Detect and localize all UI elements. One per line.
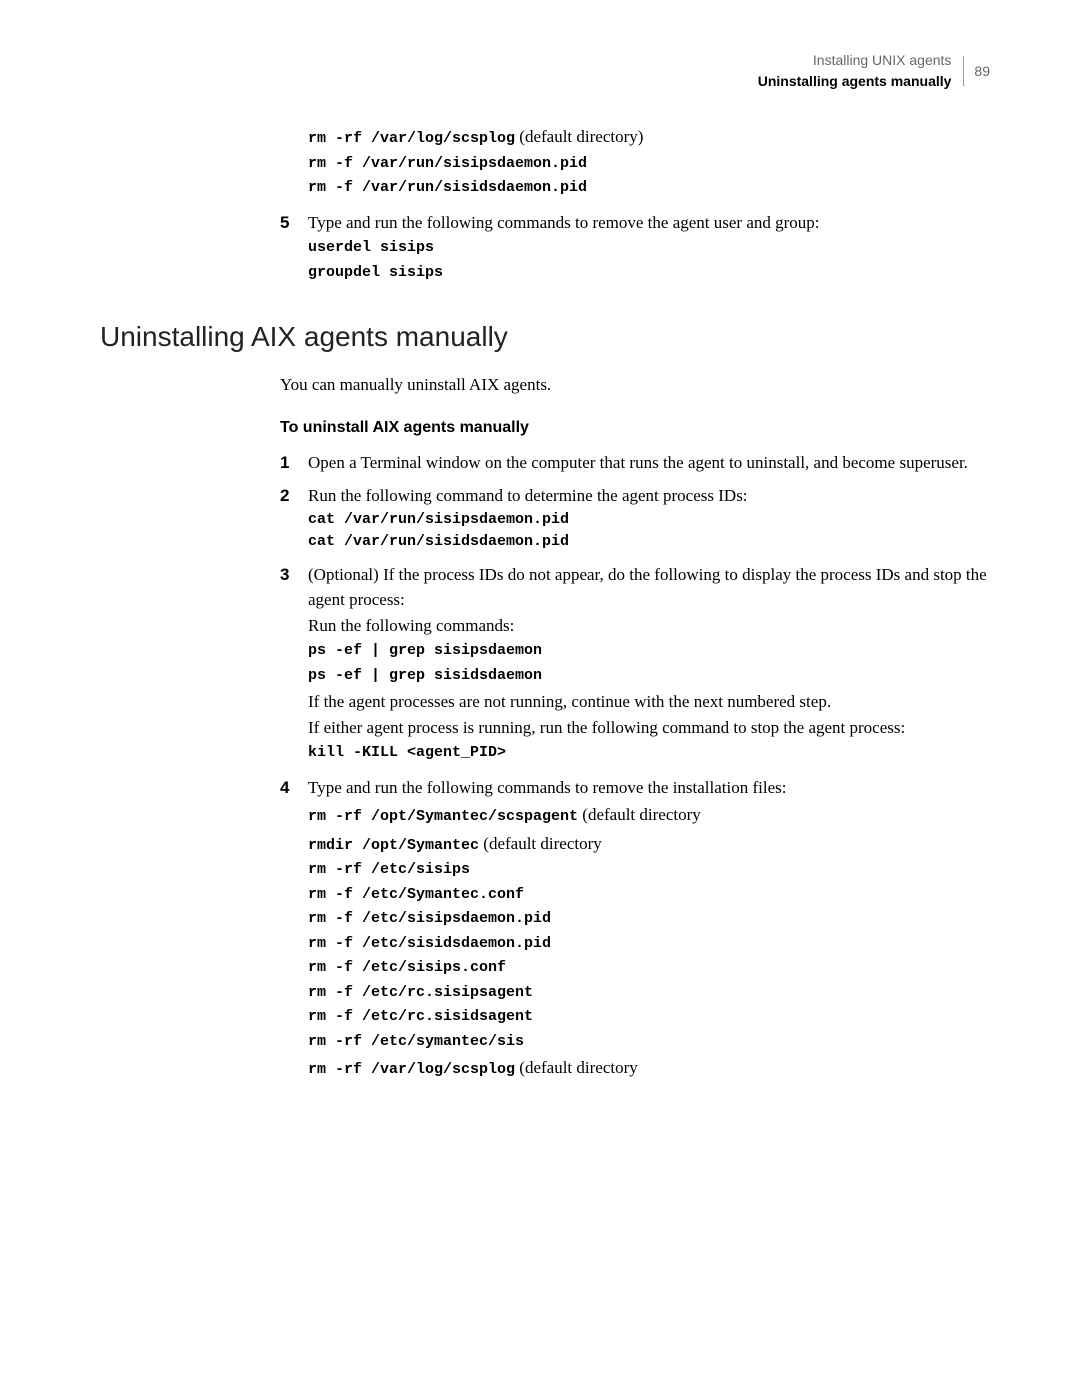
code-line: userdel sisips [308,237,990,260]
note: (default directory [479,834,602,853]
step-text: Type and run the following commands to r… [308,210,990,236]
step-text: If the agent processes are not running, … [308,689,990,715]
code-line: rm -f /etc/rc.sisipsagent [308,982,990,1005]
header-subtitle: Uninstalling agents manually [758,71,952,92]
sub-heading: To uninstall AIX agents manually [280,416,990,440]
page-header: Installing UNIX agents Uninstalling agen… [100,50,990,92]
code-line: rm -rf /etc/symantec/sis [308,1031,990,1054]
note: (default directory [578,805,701,824]
code-line: kill -KILL <agent_PID> [308,742,990,765]
step-1: 1 Open a Terminal window on the computer… [280,450,990,476]
step-2: 2 Run the following command to determine… [280,483,990,554]
code-line: rm -f /etc/Symantec.conf [308,884,990,907]
code-line: rm -f /etc/sisidsdaemon.pid [308,933,990,956]
code-line: ps -ef | grep sisipsdaemon [308,640,990,663]
step-number: 4 [280,775,308,1084]
page-number: 89 [974,61,990,82]
code-line: rm -f /etc/sisipsdaemon.pid [308,908,990,931]
step-text: Type and run the following commands to r… [308,775,990,801]
step-text: (Optional) If the process IDs do not app… [308,562,990,613]
note: (default directory) [515,127,643,146]
code-line: rm -f /var/run/sisidsdaemon.pid [308,177,990,200]
code-line: cat /var/run/sisipsdaemon.pid [308,509,990,532]
header-divider [963,56,964,86]
step-text: Open a Terminal window on the computer t… [308,450,990,476]
code-line: rm -rf /opt/Symantec/scspagent [308,808,578,825]
section-heading: Uninstalling AIX agents manually [100,316,990,358]
code-line: rm -rf /var/log/scsplog [308,130,515,147]
step-text: Run the following command to determine t… [308,483,990,509]
step-text: If either agent process is running, run … [308,715,990,741]
header-title: Installing UNIX agents [813,52,952,68]
code-line: rm -f /var/run/sisipsdaemon.pid [308,153,990,176]
note: (default directory [515,1058,638,1077]
intro-paragraph: You can manually uninstall AIX agents. [280,372,990,398]
step-number: 2 [280,483,308,554]
content-column: rm -rf /var/log/scsplog (default directo… [280,122,990,286]
step-4: 4 Type and run the following commands to… [280,775,990,1084]
code-line: rm -rf /etc/sisips [308,859,990,882]
code-line: rm -f /etc/sisips.conf [308,957,990,980]
code-line: rmdir /opt/Symantec [308,837,479,854]
step-5: 5 Type and run the following commands to… [280,210,990,287]
step-number: 5 [280,210,308,287]
step-number: 3 [280,562,308,767]
step-3: 3 (Optional) If the process IDs do not a… [280,562,990,767]
code-line: cat /var/run/sisidsdaemon.pid [308,531,990,554]
step-text: Run the following commands: [308,613,990,639]
code-line: rm -rf /var/log/scsplog [308,1061,515,1078]
code-line: rm -f /etc/rc.sisidsagent [308,1006,990,1029]
code-line: ps -ef | grep sisidsdaemon [308,665,990,688]
code-line: groupdel sisips [308,262,990,285]
step-number: 1 [280,450,308,476]
